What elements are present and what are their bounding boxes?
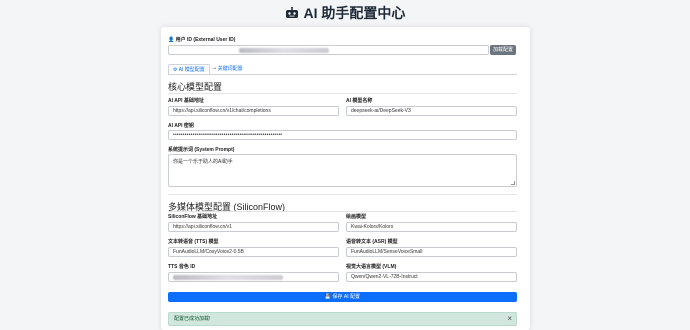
system-prompt-text: 你是一个乐于助人的AI助手 (173, 159, 233, 165)
redacted-voice-id (173, 275, 283, 280)
success-alert: 配置已成功加载! × (168, 312, 517, 326)
api-key-label: AI API 密钥 (168, 123, 194, 129)
tts-voice-id-label: TTS 音色 ID (168, 264, 196, 270)
user-id-input[interactable] (168, 45, 489, 55)
asr-model-input[interactable]: FunAudioLLM/SenseVoiceSmall (346, 247, 517, 257)
load-config-button[interactable]: 加载配置 (490, 45, 516, 55)
image-model-label: 绘画模型 (346, 214, 367, 220)
user-lock-icon: 👤 (168, 37, 175, 43)
close-icon[interactable]: × (507, 313, 512, 325)
core-section-divider (168, 93, 517, 94)
save-icon: 💾 (324, 294, 332, 300)
tab-ai-model-label: AI 模型配置 (178, 67, 205, 73)
api-key-input[interactable]: ••••••••••••••••••••••••••••••••••••••••… (168, 130, 517, 140)
image-model-input[interactable]: Kwai-Kolors/Kolors (346, 222, 517, 232)
resize-grip-icon[interactable] (511, 181, 515, 185)
config-card: 👤 用户 ID (External User ID) 加载配置 ⚙ AI 模型配… (161, 27, 530, 330)
tab-keywords-label: 关键词配置 (217, 66, 243, 72)
section-separator (168, 194, 517, 195)
siliconflow-url-input[interactable]: https://api.siliconflow.cn/v1 (168, 222, 339, 232)
save-ai-config-button[interactable]: 💾 保存 AI 配置 (168, 292, 517, 302)
page-title: AI 助手配置中心 (0, 4, 690, 22)
media-section-divider (168, 211, 517, 212)
redacted-user-id (239, 48, 329, 53)
tts-voice-id-input[interactable] (168, 272, 339, 282)
alert-message: 配置已成功加载! (174, 316, 211, 322)
system-prompt-label: 系统提示词 (System Prompt) (168, 147, 235, 153)
user-id-label-text: 用户 ID (External User ID) (175, 37, 236, 43)
siliconflow-url-label: SiliconFlow 基础地址 (168, 214, 218, 220)
asr-model-label: 语音转文本 (ASR) 模型 (346, 239, 398, 245)
vlm-model-label: 视觉大语言模型 (VLM) (346, 264, 397, 270)
tts-model-input[interactable]: FunAudioLLM/CosyVoice2-0.5B (168, 247, 339, 257)
tab-divider (168, 74, 517, 75)
user-id-label: 👤 用户 ID (External User ID) (168, 36, 235, 43)
page-title-text: AI 助手配置中心 (303, 5, 406, 21)
system-prompt-textarea[interactable]: 你是一个乐于助人的AI助手 (168, 154, 517, 187)
tts-model-label: 文本转语音 (TTS) 模型 (168, 239, 219, 245)
vlm-model-input[interactable]: Qwen/Qwen2-VL-72B-Instruct (346, 272, 517, 282)
api-url-label: AI API 基础地址 (168, 98, 204, 104)
key-icon: ⊸ (212, 66, 217, 72)
core-section-heading: 核心模型配置 (168, 82, 223, 92)
robot-icon (285, 7, 298, 18)
api-url-input[interactable]: https://api.siliconflow.cn/v1/chat/compl… (168, 106, 339, 116)
gear-icon: ⚙ (173, 67, 178, 73)
save-button-label: 保存 AI 配置 (332, 294, 361, 300)
model-name-label: AI 模型名称 (346, 98, 373, 104)
model-name-input[interactable]: deepseek-ai/DeepSeek-V3 (346, 106, 517, 116)
